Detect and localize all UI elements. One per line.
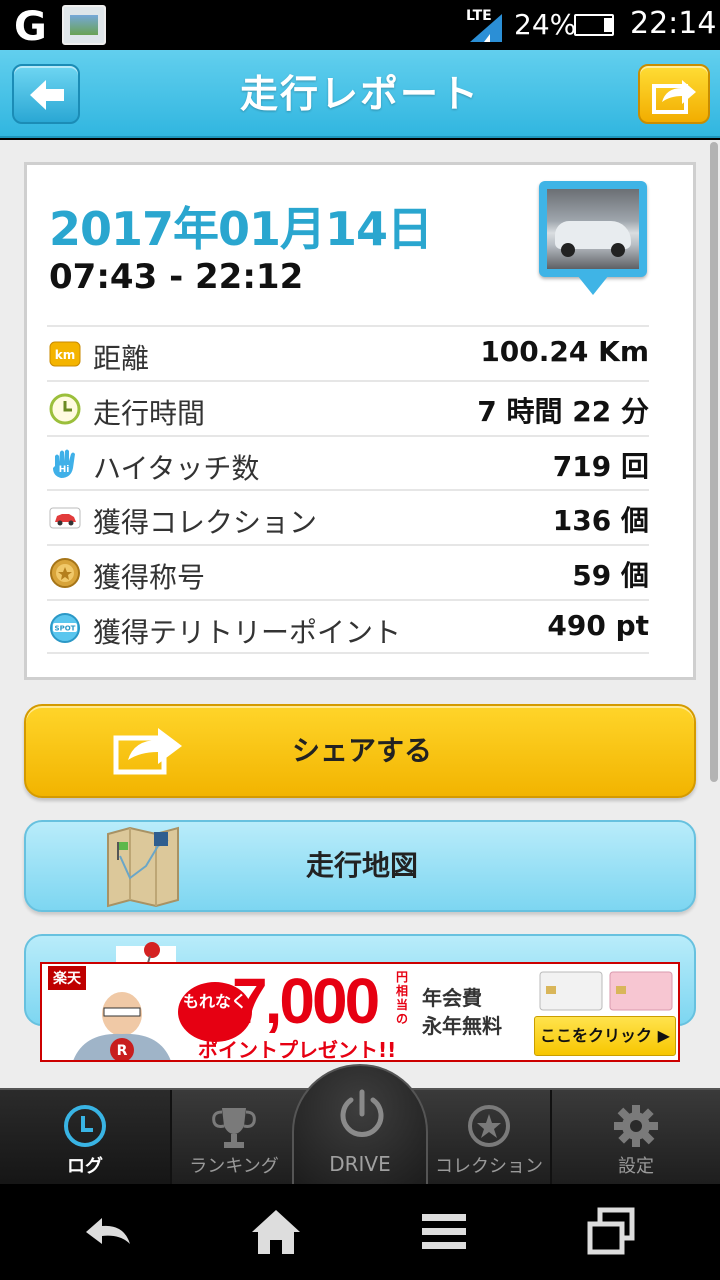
share-icon: [652, 80, 696, 114]
stat-label: ハイタッチ数: [93, 451, 260, 485]
stat-row-distance: km 距離 100.24 Km: [47, 325, 649, 380]
status-bar: G LTE 24% 22:14: [0, 0, 720, 50]
page-title: 走行レポート: [239, 72, 480, 116]
km-icon: km: [49, 341, 81, 367]
ad-cta-button[interactable]: ここをクリック ▶: [534, 1016, 676, 1056]
svg-text:SPOT: SPOT: [55, 624, 76, 632]
power-icon: [340, 1089, 384, 1137]
clock-time: 22:14: [630, 6, 717, 41]
svg-text:km: km: [55, 348, 75, 362]
share-button[interactable]: シェアする: [24, 704, 696, 798]
drive-map-button-label: 走行地図: [305, 849, 418, 882]
gallery-notification-icon: [62, 5, 106, 45]
clock-icon: [49, 393, 81, 425]
stat-label: 獲得テリトリーポイント: [93, 615, 402, 649]
stat-row-territory: SPOT 獲得テリトリーポイント 490 pt: [47, 598, 649, 654]
stat-row-hitouch: Hi ハイタッチ数 719 回: [47, 434, 649, 490]
tab-label: 設定: [618, 1156, 654, 1177]
ad-fee-text: 年会費 永年無料: [422, 984, 502, 1040]
stat-value: 136 個: [552, 504, 649, 538]
tab-settings[interactable]: 設定: [552, 1090, 720, 1186]
report-card: 2017年01月14日 07:43 - 22:12 km 距離 100.24 K…: [24, 162, 696, 680]
pin-tail: [577, 275, 609, 295]
content-area[interactable]: 2017年01月14日 07:43 - 22:12 km 距離 100.24 K…: [0, 140, 720, 1088]
svg-text:Hi: Hi: [59, 465, 70, 475]
ad-amount: 7,000: [232, 965, 380, 1037]
share-button-label: シェアする: [291, 734, 432, 767]
stat-row-titles: 獲得称号 59 個: [47, 544, 649, 599]
stat-label: 距離: [93, 342, 150, 375]
car-icon: [49, 507, 81, 529]
credit-cards-image: [539, 971, 673, 1011]
report-time-range: 07:43 - 22:12: [49, 257, 304, 297]
spot-icon: SPOT: [50, 612, 80, 643]
medal-icon: [50, 558, 80, 589]
signal-icon: [470, 14, 502, 42]
tab-log[interactable]: ログ: [0, 1090, 170, 1186]
menu-nav-icon[interactable]: [416, 1204, 472, 1260]
stat-label: 獲得称号: [93, 561, 206, 595]
tab-label: コレクション: [435, 1156, 543, 1177]
stat-value: 100.24 Km: [480, 335, 649, 368]
gear-icon: [614, 1105, 658, 1147]
hi-hand-icon: Hi: [53, 449, 75, 478]
home-nav-icon[interactable]: [248, 1204, 304, 1260]
tab-collection[interactable]: コレクション: [428, 1090, 550, 1186]
ad-fee-line2: 永年無料: [422, 1014, 502, 1038]
stat-value: 490 pt: [547, 608, 649, 642]
drive-label: DRIVE: [329, 1152, 391, 1176]
ad-unit: 円相当の: [396, 970, 409, 1026]
scrollbar[interactable]: [710, 142, 718, 782]
ad-mascot-image: R: [73, 992, 171, 1060]
stat-label: 獲得コレクション: [93, 506, 318, 540]
ad-present-text: ポイントプレゼント!!: [198, 1038, 397, 1062]
app-header: 走行レポート: [0, 50, 720, 138]
stat-value: 59 個: [572, 559, 649, 593]
back-button[interactable]: [12, 64, 80, 124]
report-date: 2017年01月14日: [49, 202, 433, 256]
tab-ranking[interactable]: ランキング: [172, 1090, 296, 1186]
stat-row-drive-time: 走行時間 7 時間 22 分: [47, 379, 649, 435]
svg-text:R: R: [117, 1043, 128, 1059]
battery-icon: [574, 14, 614, 36]
tab-label: ランキング: [189, 1156, 279, 1177]
stat-value: 719 回: [552, 449, 649, 483]
header-share-button[interactable]: [638, 64, 710, 124]
star-icon: [468, 1105, 510, 1147]
ad-fee-line1: 年会費: [422, 986, 482, 1010]
stats-list: km 距離 100.24 Km 走行時間 7 時間 22 分 Hi ハイタッチ数: [47, 325, 649, 654]
arrow-left-icon: [30, 80, 64, 110]
battery-percent: 24%: [514, 8, 577, 41]
stat-label: 走行時間: [93, 396, 206, 430]
car-photo: [547, 189, 639, 269]
recent-apps-icon[interactable]: [584, 1204, 640, 1260]
system-nav-bar: [0, 1184, 720, 1280]
car-photo-pin[interactable]: [539, 181, 647, 277]
log-clock-icon: [64, 1105, 106, 1147]
tab-label: ログ: [67, 1156, 103, 1177]
trophy-icon: [212, 1108, 256, 1148]
back-nav-icon[interactable]: [80, 1204, 136, 1260]
stat-value: 7 時間 22 分: [477, 394, 649, 428]
drive-map-button[interactable]: 走行地図: [24, 820, 696, 912]
stat-row-collection: 獲得コレクション 136 個: [47, 489, 649, 544]
ad-banner[interactable]: 楽天 R もれなく 7,000 円相当の ポイントプレゼント!! 年会費 永年無…: [40, 962, 680, 1062]
google-icon: G: [14, 4, 47, 50]
